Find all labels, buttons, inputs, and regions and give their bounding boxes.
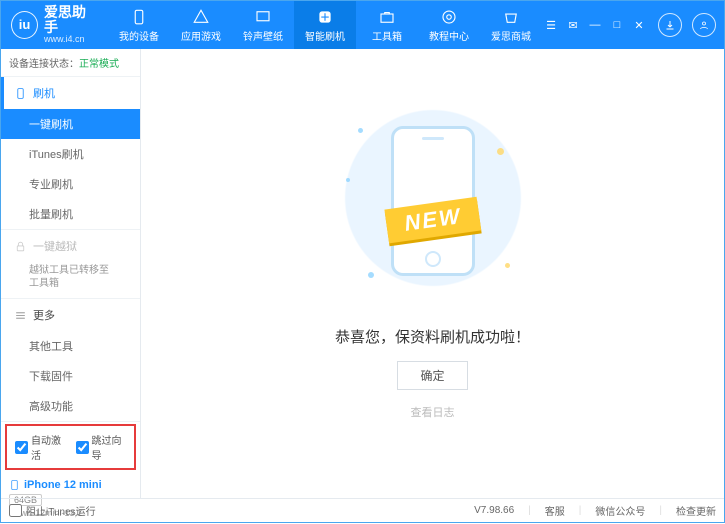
device-phone-icon bbox=[9, 478, 20, 492]
success-message: 恭喜您，保资料刷机成功啦！ bbox=[335, 326, 530, 347]
support-link[interactable]: 客服 bbox=[545, 503, 565, 518]
feedback-icon[interactable]: ✉ bbox=[564, 17, 582, 33]
auto-activate-input[interactable] bbox=[15, 441, 28, 454]
checkbox-highlight-box: 自动激活 跳过向导 bbox=[5, 424, 136, 470]
phone-icon bbox=[130, 8, 148, 26]
status-value: 正常模式 bbox=[79, 59, 119, 70]
sidebar: 设备连接状态：正常模式 刷机 一键刷机 iTunes刷机 专业刷机 批量刷机 一… bbox=[1, 49, 141, 498]
device-name[interactable]: iPhone 12 mini bbox=[9, 478, 132, 492]
brand-name: 爱思助手 bbox=[44, 5, 98, 36]
menu-icon[interactable]: ☰ bbox=[542, 17, 560, 33]
block-itunes-checkbox[interactable]: 阻止iTunes运行 bbox=[9, 503, 96, 518]
account-button[interactable] bbox=[692, 13, 716, 37]
sidebar-title: 一键越狱 bbox=[33, 238, 77, 254]
app-logo-icon: iu bbox=[11, 11, 38, 39]
logo-area: iu 爱思助手 www.i4.cn bbox=[1, 5, 108, 46]
flash-icon bbox=[316, 8, 334, 26]
nav-label: 智能刷机 bbox=[305, 28, 345, 43]
checkbox-auto-activate[interactable]: 自动激活 bbox=[15, 432, 66, 462]
close-button[interactable]: ✕ bbox=[630, 17, 648, 33]
wechat-link[interactable]: 微信公众号 bbox=[595, 503, 645, 518]
more-icon bbox=[14, 309, 27, 322]
nav-tutorials[interactable]: 教程中心 bbox=[418, 1, 480, 49]
sidebar-item-batch-flash[interactable]: 批量刷机 bbox=[1, 199, 140, 229]
nav-apps[interactable]: 应用游戏 bbox=[170, 1, 232, 49]
nav-label: 我的设备 bbox=[119, 28, 159, 43]
nav-label: 教程中心 bbox=[429, 28, 469, 43]
sidebar-title: 更多 bbox=[33, 307, 55, 323]
brand-url: www.i4.cn bbox=[44, 35, 98, 45]
sidebar-header-more[interactable]: 更多 bbox=[1, 299, 140, 331]
nav-store[interactable]: 爱思商城 bbox=[480, 1, 542, 49]
phone-small-icon bbox=[14, 87, 27, 100]
top-nav: 我的设备 应用游戏 铃声壁纸 智能刷机 工具箱 教程中心 bbox=[108, 1, 542, 49]
connection-status: 设备连接状态：正常模式 bbox=[1, 49, 140, 77]
sidebar-item-download-firmware[interactable]: 下载固件 bbox=[1, 361, 140, 391]
nav-label: 铃声壁纸 bbox=[243, 28, 283, 43]
version-text: V7.98.66 bbox=[474, 505, 514, 516]
nav-flash[interactable]: 智能刷机 bbox=[294, 1, 356, 49]
nav-my-device[interactable]: 我的设备 bbox=[108, 1, 170, 49]
nav-label: 工具箱 bbox=[372, 28, 402, 43]
sidebar-item-pro-flash[interactable]: 专业刷机 bbox=[1, 169, 140, 199]
sidebar-item-other-tools[interactable]: 其他工具 bbox=[1, 331, 140, 361]
titlebar: iu 爱思助手 www.i4.cn 我的设备 应用游戏 铃声壁纸 智能刷机 bbox=[1, 1, 724, 49]
maximize-button[interactable]: □ bbox=[608, 17, 626, 33]
toolbox-icon bbox=[378, 8, 396, 26]
checkbox-skip-guide[interactable]: 跳过向导 bbox=[76, 432, 127, 462]
sidebar-header-jailbreak[interactable]: 一键越狱 bbox=[1, 230, 140, 262]
minimize-button[interactable]: — bbox=[586, 17, 604, 33]
checkbox-label: 自动激活 bbox=[31, 432, 66, 462]
status-label: 设备连接状态： bbox=[9, 59, 79, 70]
sidebar-item-advanced[interactable]: 高级功能 bbox=[1, 391, 140, 421]
nav-ringtones[interactable]: 铃声壁纸 bbox=[232, 1, 294, 49]
ok-button[interactable]: 确定 bbox=[397, 361, 467, 390]
apps-icon bbox=[192, 8, 210, 26]
success-illustration: NEW bbox=[338, 108, 528, 308]
block-itunes-label: 阻止iTunes运行 bbox=[26, 503, 96, 518]
nav-label: 爱思商城 bbox=[491, 28, 531, 43]
sidebar-item-oneclick-flash[interactable]: 一键刷机 bbox=[1, 109, 140, 139]
wallpaper-icon bbox=[254, 8, 272, 26]
check-update-link[interactable]: 检查更新 bbox=[676, 503, 716, 518]
sidebar-item-itunes-flash[interactable]: iTunes刷机 bbox=[1, 139, 140, 169]
lock-icon bbox=[14, 240, 27, 253]
tutorial-icon bbox=[440, 8, 458, 26]
main-content: NEW 恭喜您，保资料刷机成功啦！ 确定 查看日志 bbox=[141, 49, 724, 498]
nav-label: 应用游戏 bbox=[181, 28, 221, 43]
nav-toolbox[interactable]: 工具箱 bbox=[356, 1, 418, 49]
block-itunes-input[interactable] bbox=[9, 504, 22, 517]
window-controls: ☰ ✉ — □ ✕ bbox=[542, 13, 724, 37]
statusbar: 阻止iTunes运行 V7.98.66 | 客服 | 微信公众号 | 检查更新 bbox=[1, 498, 724, 522]
download-button[interactable] bbox=[658, 13, 682, 37]
sidebar-header-flash[interactable]: 刷机 bbox=[1, 77, 140, 109]
checkbox-label: 跳过向导 bbox=[92, 432, 127, 462]
jailbreak-note: 越狱工具已转移至 工具箱 bbox=[1, 262, 140, 298]
store-icon bbox=[502, 8, 520, 26]
sidebar-title: 刷机 bbox=[33, 85, 55, 101]
skip-guide-input[interactable] bbox=[76, 441, 89, 454]
device-name-text: iPhone 12 mini bbox=[24, 479, 102, 491]
view-log-link[interactable]: 查看日志 bbox=[411, 404, 455, 420]
